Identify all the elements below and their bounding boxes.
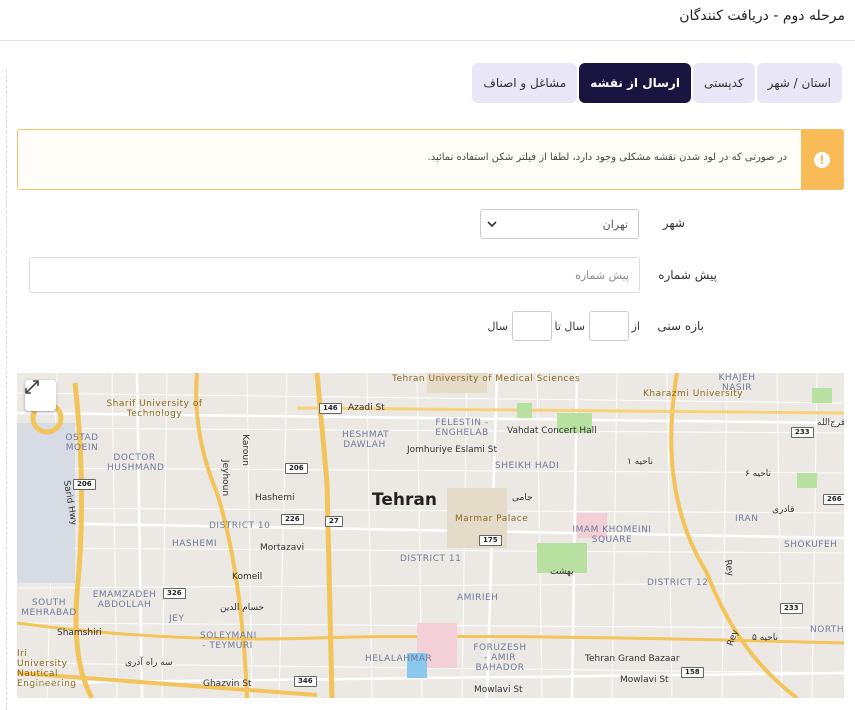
age-year-label: سال bbox=[487, 320, 508, 333]
age-range-label: بازه سنی bbox=[657, 319, 704, 333]
tab-jobs-and-guilds[interactable]: مشاغل و اصناف bbox=[472, 63, 578, 103]
road-shield: 146 bbox=[319, 403, 342, 414]
map-label: فرج‌الله bbox=[817, 418, 844, 428]
map-label: SOUTH MEHRABAD bbox=[21, 598, 77, 618]
age-from-input[interactable] bbox=[589, 311, 629, 341]
map-label: Shamshiri bbox=[57, 628, 102, 638]
map-label: ناحیه ۵ bbox=[752, 633, 779, 643]
map-label: IMAM KHOMEINI SQUARE bbox=[572, 525, 652, 545]
road-shield: 206 bbox=[73, 479, 96, 490]
map-label: DOCTOR HUSHMAND bbox=[107, 453, 165, 473]
city-select-value: تهران bbox=[602, 218, 628, 231]
map-label: Marmar Palace bbox=[455, 514, 529, 524]
warning-alert: ! در صورتی که در لود شدن نقشه مشکلی وجود… bbox=[17, 129, 844, 190]
map-label: Hashemi bbox=[255, 493, 295, 503]
page-header: مرحله دوم - دریافت کنندگان bbox=[0, 0, 855, 41]
map-label: HELALAHMAR bbox=[365, 654, 433, 664]
road-shield: 175 bbox=[479, 535, 502, 546]
tab-bar: استان / شهر کدپستی ارسال از نقشه مشاغل و… bbox=[472, 63, 842, 103]
prefix-label: پیش شماره bbox=[658, 268, 717, 282]
fullscreen-button[interactable] bbox=[25, 380, 56, 411]
map-label: OSTAD MOEIN bbox=[65, 433, 99, 453]
map-label: FORUZESH - AMIR BAHADOR bbox=[473, 643, 527, 673]
map-label: Vahdat Concert Hall bbox=[507, 426, 597, 436]
chevron-down-icon bbox=[487, 221, 497, 228]
map-label: DISTRICT 12 bbox=[647, 578, 709, 588]
map-label: Tehran Grand Bazaar bbox=[585, 654, 680, 664]
map-label: Sharif University of Technology bbox=[106, 399, 203, 419]
map-label: Ghazvin St bbox=[203, 679, 252, 689]
city-label: شهر bbox=[662, 216, 685, 230]
city-select[interactable]: تهران bbox=[480, 209, 639, 239]
map-label: DISTRICT 10 bbox=[209, 521, 271, 531]
age-year-to-label: سال تا bbox=[554, 320, 585, 333]
map-label: SHOKUFEH bbox=[784, 540, 838, 550]
map-label: Mowlavi St bbox=[474, 685, 523, 695]
map-label: ناحیه ۱ bbox=[627, 457, 654, 467]
road-shield: 226 bbox=[281, 514, 304, 525]
map-label: KHAJEH NASIR bbox=[718, 373, 756, 393]
map-label: جامی bbox=[512, 493, 533, 503]
tab-send-from-map[interactable]: ارسال از نقشه bbox=[579, 63, 691, 103]
expand-icon bbox=[25, 380, 39, 394]
road-shield: 266 bbox=[823, 494, 844, 505]
map-label: Jomhuriye Eslami St bbox=[407, 445, 498, 455]
map-label: DISTRICT 11 bbox=[400, 554, 462, 564]
map-label: NORTH bbox=[810, 625, 844, 635]
map-canvas bbox=[17, 373, 844, 698]
divider bbox=[6, 70, 7, 710]
exclamation-icon: ! bbox=[814, 151, 830, 168]
map-label: IRAN bbox=[735, 514, 759, 524]
map-label: ناحیه ۶ bbox=[745, 469, 772, 479]
map-label: حسام الدین bbox=[220, 603, 265, 613]
map-label: Iri University Nautical Engineering bbox=[17, 649, 77, 689]
map-label: SHEIKH HADI bbox=[495, 461, 560, 471]
map-label: SOLEYMANI - TEYMURI bbox=[200, 631, 257, 651]
map-label: Mortazavi bbox=[260, 543, 305, 553]
map-label: Azadi St bbox=[348, 403, 385, 413]
road-shield: 233 bbox=[791, 427, 814, 438]
map-label: HASHEMI bbox=[172, 539, 218, 549]
map-label: Tehran University of Medical Sciences bbox=[392, 374, 581, 384]
map-label: JEY bbox=[169, 614, 185, 624]
map-label: AMIRIEH bbox=[457, 593, 499, 603]
map-label: سه راه آذری bbox=[125, 658, 173, 668]
map-label: بهشت bbox=[550, 567, 574, 577]
map-label: Komeil bbox=[232, 572, 263, 582]
prefix-input[interactable] bbox=[29, 257, 640, 293]
map-label: FELESTIN - ENGHELAB bbox=[435, 418, 489, 438]
road-shield: 27 bbox=[325, 516, 343, 527]
map-label: قادری bbox=[772, 505, 795, 515]
road-shield: 206 bbox=[285, 463, 308, 474]
map-label: Jeyhoun bbox=[220, 459, 231, 497]
age-to-input[interactable] bbox=[512, 311, 552, 341]
road-shield: 233 bbox=[780, 603, 803, 614]
page-title: مرحله دوم - دریافت کنندگان bbox=[679, 8, 845, 24]
map[interactable]: Tehran University of Medical Sciences Sh… bbox=[17, 373, 844, 698]
road-shield: 158 bbox=[681, 667, 704, 678]
age-from-label: از bbox=[631, 320, 640, 333]
map-label: Karoun bbox=[239, 434, 250, 466]
map-label: Mowlavi St bbox=[620, 675, 669, 685]
road-shield: 326 bbox=[163, 588, 186, 599]
alert-text: در صورتی که در لود شدن نقشه مشکلی وجود د… bbox=[427, 152, 787, 163]
tab-province-city[interactable]: استان / شهر bbox=[756, 63, 842, 103]
alert-icon-box: ! bbox=[801, 130, 843, 189]
map-label: EMAMZADEH ABDOLLAH bbox=[92, 590, 157, 610]
map-city-label: Tehran bbox=[372, 490, 437, 510]
tab-postal-code[interactable]: کدپستی bbox=[692, 63, 755, 103]
map-label: HESHMAT DAWLAH bbox=[342, 430, 390, 450]
road-shield: 346 bbox=[294, 676, 317, 687]
